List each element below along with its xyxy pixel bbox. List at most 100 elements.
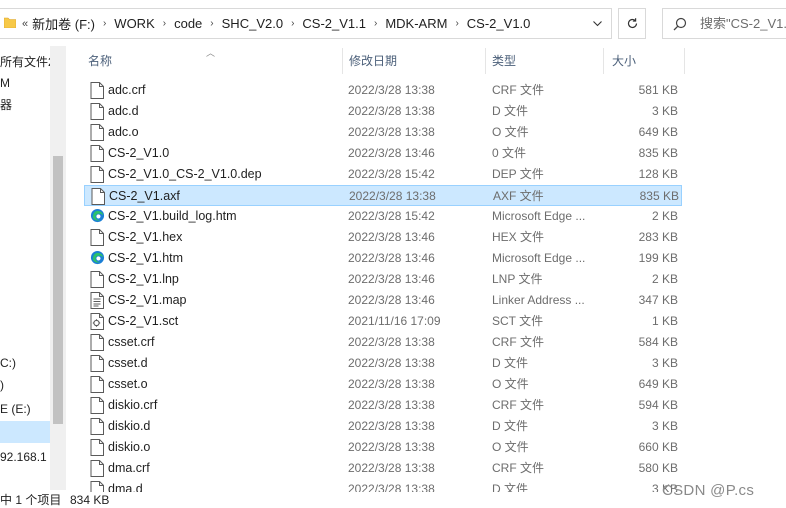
breadcrumb-separator-icon[interactable]: › <box>455 18 458 29</box>
file-row[interactable]: CS-2_V1.0_CS-2_V1.0.dep 2022/3/28 15:42 DE… <box>84 164 682 185</box>
nav-scrollbar-thumb[interactable] <box>53 156 63 424</box>
breadcrumb-item[interactable]: code <box>174 16 202 31</box>
file-size: 2 KB <box>651 209 678 223</box>
file-row[interactable]: csset.d 2022/3/28 13:38 D 文件 3 KB <box>84 353 682 374</box>
file-name: csset.crf <box>108 335 155 349</box>
nav-item[interactable] <box>0 421 50 443</box>
breadcrumb-item[interactable]: WORK <box>114 16 154 31</box>
file-date-modified: 2022/3/28 13:38 <box>349 189 436 203</box>
nav-item[interactable]: C:) <box>0 352 16 374</box>
file-row[interactable]: dma.d 2022/3/28 13:38 D 文件 3 KB <box>84 479 682 492</box>
file-type: O 文件 <box>492 377 529 391</box>
file-type: D 文件 <box>492 356 529 370</box>
file-type: Microsoft Edge ... <box>492 209 586 223</box>
breadcrumb-separator-icon[interactable]: › <box>103 18 106 29</box>
file-icon <box>90 229 104 246</box>
file-row[interactable]: dma.crf 2022/3/28 13:38 CRF 文件 580 KB <box>84 458 682 479</box>
address-history-button[interactable] <box>583 9 611 38</box>
search-placeholder: 搜索"CS-2_V1.0" <box>700 16 786 31</box>
file-row[interactable]: CS-2_V1.hex 2022/3/28 13:46 HEX 文件 283 KB <box>84 227 682 248</box>
file-size: 347 KB <box>638 293 678 307</box>
column-divider[interactable] <box>603 48 604 74</box>
file-size: 3 KB <box>651 419 678 433</box>
nav-item[interactable]: 92.168.1 <box>0 446 47 468</box>
file-date-modified: 2022/3/28 13:38 <box>348 335 435 349</box>
file-row[interactable]: diskio.o 2022/3/28 13:38 O 文件 660 KB <box>84 437 682 458</box>
breadcrumb-separator-icon[interactable]: › <box>374 18 377 29</box>
file-type: Microsoft Edge ... <box>492 251 586 265</box>
nav-item[interactable]: 器 <box>0 94 12 116</box>
file-name: CS-2_V1.sct <box>108 314 179 328</box>
file-list[interactable]: adc.crf 2022/3/28 13:38 CRF 文件 581 KB adc.d 2… <box>66 80 786 492</box>
file-row[interactable]: CS-2_V1.0 2022/3/28 13:46 0 文件 835 KB <box>84 143 682 164</box>
file-size: 835 KB <box>639 189 679 203</box>
file-row[interactable]: CS-2_V1.lnp 2022/3/28 13:46 LNP 文件 2 KB <box>84 269 682 290</box>
search-input[interactable]: 搜索"CS-2_V1.0" <box>662 8 786 39</box>
file-date-modified: 2022/3/28 15:42 <box>348 209 435 223</box>
address-bar[interactable]: « 新加卷 (F:) › WORK › code › SHC_V2.0 › CS-2_V1.1 ›… <box>0 8 612 39</box>
breadcrumb-overflow[interactable]: « <box>22 18 28 30</box>
column-divider[interactable] <box>485 48 486 74</box>
column-divider[interactable] <box>342 48 343 74</box>
file-name: diskio.o <box>108 440 151 454</box>
file-row[interactable]: CS-2_V1.sct 2021/11/16 17:09 SCT 文件 1 KB <box>84 311 682 332</box>
breadcrumb-separator-icon[interactable]: › <box>163 18 166 29</box>
file-size: 649 KB <box>638 377 678 391</box>
file-row[interactable]: CS-2_V1.map 2022/3/28 13:46 Linker Address… <box>84 290 682 311</box>
file-size: 581 KB <box>638 83 678 97</box>
nav-item[interactable]: E (E:) <box>0 398 31 420</box>
file-date-modified: 2022/3/28 13:38 <box>348 377 435 391</box>
refresh-icon <box>627 18 637 29</box>
file-name: csset.d <box>108 356 148 370</box>
file-name: CS-2_V1.axf <box>109 189 180 203</box>
edge-icon <box>90 208 105 223</box>
nav-item[interactable]: 所有文件2 <box>0 51 55 73</box>
file-name: dma.d <box>108 482 143 492</box>
file-size: 584 KB <box>638 335 678 349</box>
file-row[interactable]: CS-2_V1.htm 2022/3/28 13:46 Microsoft Edge… <box>84 248 682 269</box>
file-row[interactable]: adc.d 2022/3/28 13:38 D 文件 3 KB <box>84 101 682 122</box>
file-type: 0 文件 <box>492 146 527 160</box>
file-date-modified: 2021/11/16 17:09 <box>348 314 441 328</box>
column-header-size[interactable]: 大小 <box>612 46 636 76</box>
file-row[interactable]: adc.crf 2022/3/28 13:38 CRF 文件 581 KB <box>84 80 682 101</box>
file-name: CS-2_V1.0 <box>108 146 170 160</box>
file-row[interactable]: CS-2_V1.axf 2022/3/28 13:38 AXF 文件 835 KB <box>84 185 682 206</box>
file-icon <box>90 397 104 414</box>
breadcrumb-item[interactable]: MDK-ARM <box>385 16 447 31</box>
file-date-modified: 2022/3/28 13:38 <box>348 419 435 433</box>
file-type: HEX 文件 <box>492 230 545 244</box>
breadcrumb-separator-icon[interactable]: › <box>291 18 294 29</box>
breadcrumb-item[interactable]: 新加卷 (F:) <box>32 14 95 33</box>
refresh-button[interactable] <box>618 8 646 39</box>
file-row[interactable]: diskio.crf 2022/3/28 13:38 CRF 文件 594 KB <box>84 395 682 416</box>
file-row[interactable]: diskio.d 2022/3/28 13:38 D 文件 3 KB <box>84 416 682 437</box>
breadcrumb-item[interactable]: SHC_V2.0 <box>222 16 283 31</box>
file-icon <box>90 82 104 99</box>
file-date-modified: 2022/3/28 13:38 <box>348 83 435 97</box>
nav-scrollbar[interactable] <box>50 46 66 490</box>
breadcrumb-item[interactable]: CS-2_V1.0 <box>467 16 531 31</box>
column-divider[interactable] <box>684 48 685 74</box>
file-type: CRF 文件 <box>492 398 544 412</box>
file-date-modified: 2022/3/28 13:46 <box>348 272 435 286</box>
file-date-modified: 2022/3/28 13:38 <box>348 104 435 118</box>
file-row[interactable]: csset.crf 2022/3/28 13:38 CRF 文件 584 KB <box>84 332 682 353</box>
file-size: 580 KB <box>638 461 678 475</box>
column-header-name[interactable]: 名称 <box>88 46 112 76</box>
nav-item[interactable]: ) <box>0 374 4 396</box>
column-header-type[interactable]: 类型 <box>492 46 516 76</box>
file-row[interactable]: csset.o 2022/3/28 13:38 O 文件 649 KB <box>84 374 682 395</box>
file-date-modified: 2022/3/28 13:38 <box>348 398 435 412</box>
file-date-modified: 2022/3/28 13:38 <box>348 461 435 475</box>
breadcrumb-separator-icon[interactable]: › <box>210 18 213 29</box>
file-type: LNP 文件 <box>492 272 543 286</box>
breadcrumb-item[interactable]: CS-2_V1.1 <box>302 16 366 31</box>
file-type: D 文件 <box>492 104 529 118</box>
file-size: 3 KB <box>651 104 678 118</box>
file-name: CS-2_V1.build_log.htm <box>108 209 237 223</box>
nav-item[interactable]: M <box>0 72 10 94</box>
file-row[interactable]: CS-2_V1.build_log.htm 2022/3/28 15:42 Micr… <box>84 206 682 227</box>
file-row[interactable]: adc.o 2022/3/28 13:38 O 文件 649 KB <box>84 122 682 143</box>
column-header-date[interactable]: 修改日期 <box>349 46 397 76</box>
